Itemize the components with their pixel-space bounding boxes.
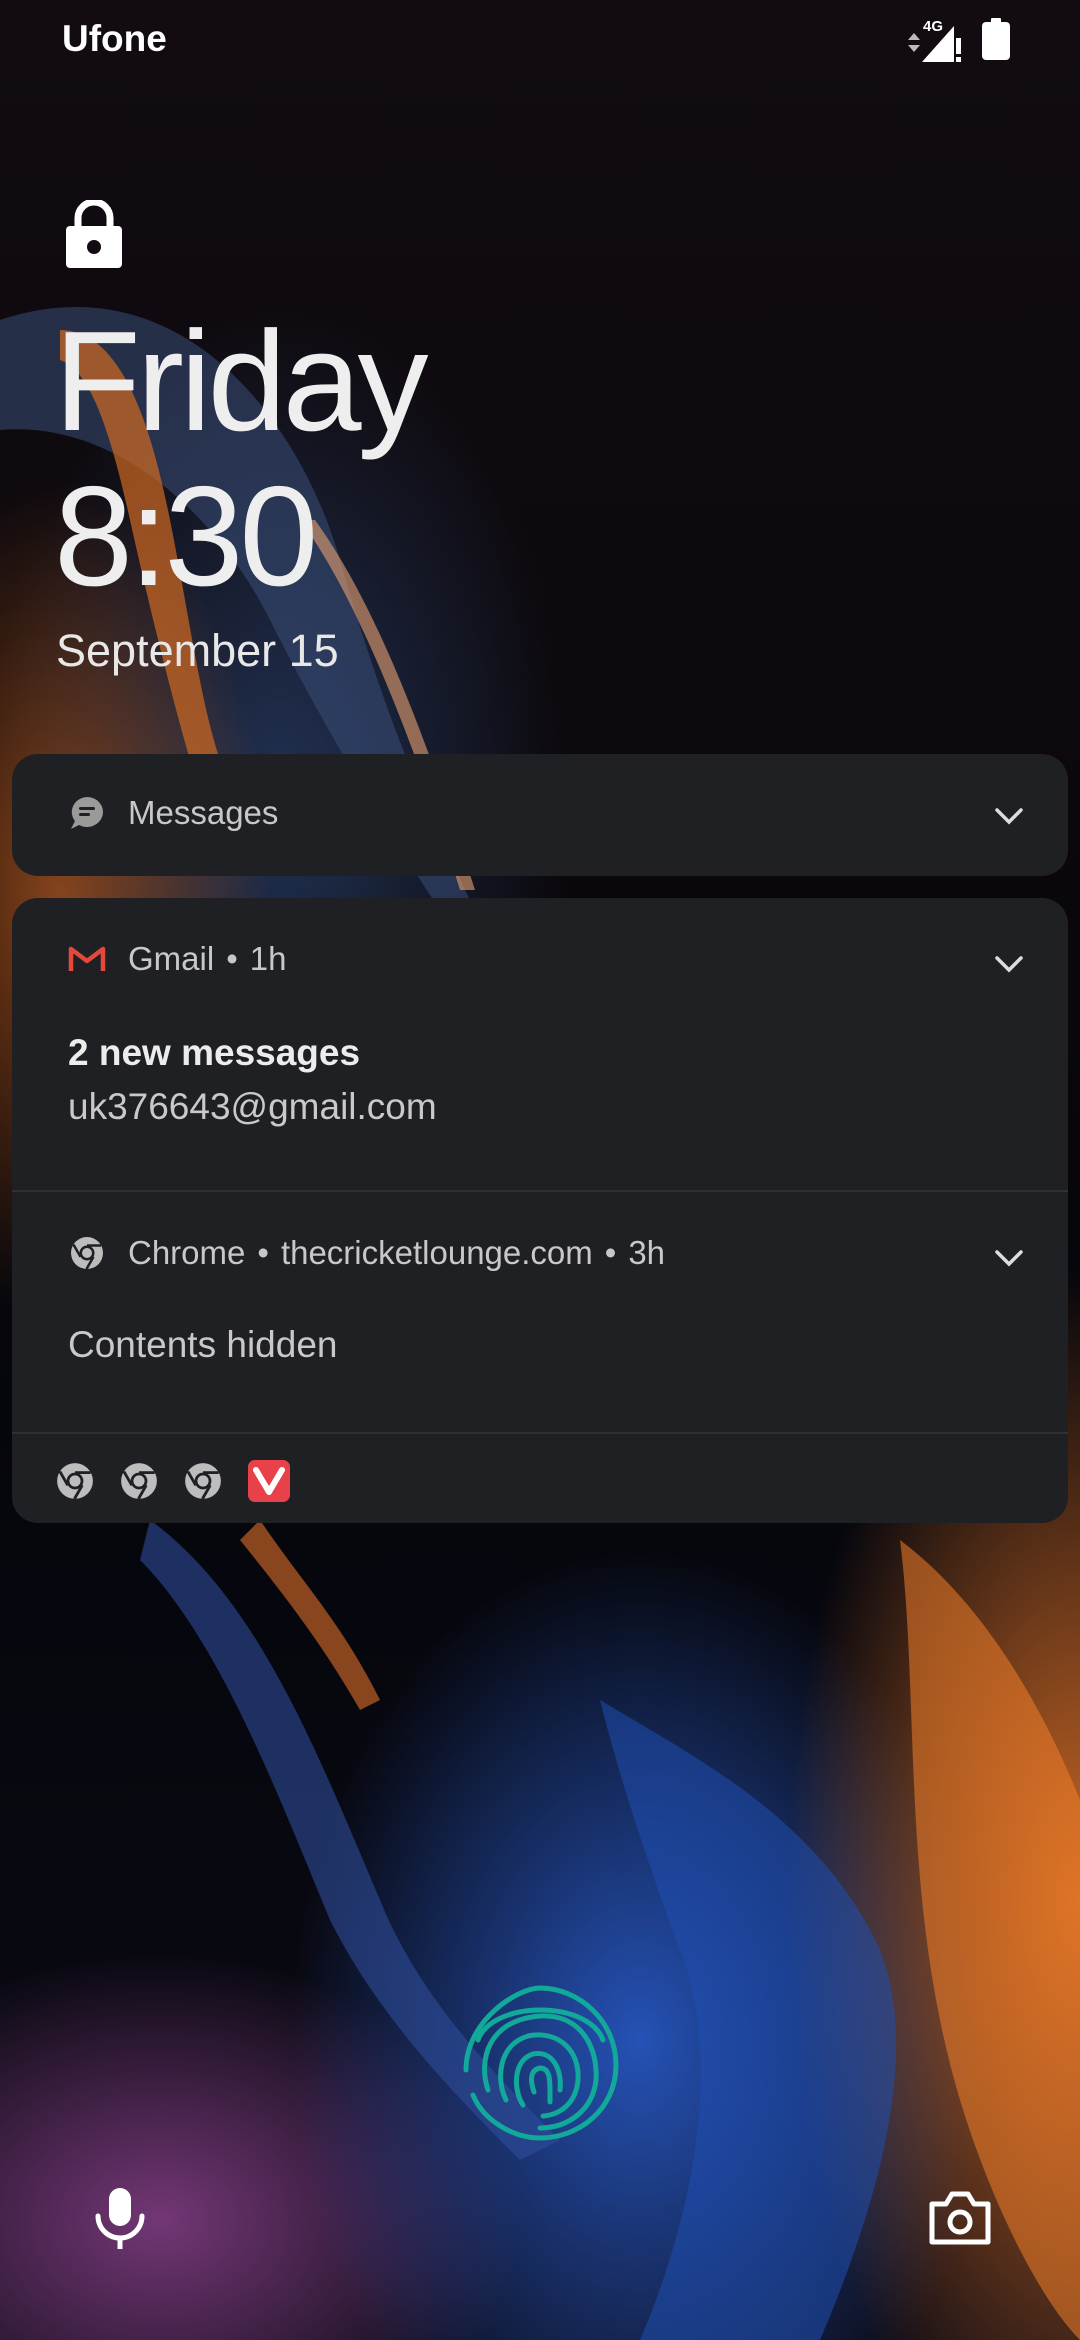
gmail-app-name: Gmail — [128, 940, 215, 977]
messages-icon — [68, 794, 106, 832]
chrome-app-name: Chrome — [128, 1234, 246, 1271]
lockscreen-clock: 8:30 — [54, 457, 318, 616]
fingerprint-icon[interactable] — [458, 1980, 623, 2145]
chrome-body: Contents hidden — [68, 1324, 338, 1365]
notification-stack: Gmail • 1h 2 new messages uk376643@gmail… — [12, 898, 1068, 1523]
chrome-age: 3h — [628, 1234, 666, 1271]
separator-dot: • — [257, 1234, 269, 1271]
divider — [12, 1432, 1068, 1434]
battery-icon — [982, 18, 1010, 65]
messages-app-name: Messages — [128, 794, 279, 831]
gmail-account: uk376643@gmail.com — [68, 1086, 437, 1127]
chrome-icon — [56, 1462, 94, 1505]
gmail-icon — [68, 940, 106, 978]
vivaldi-icon — [248, 1460, 290, 1507]
chrome-icon — [120, 1462, 158, 1505]
network-type-label: 4G — [923, 17, 944, 35]
gmail-title: 2 new messages — [68, 1032, 361, 1073]
chrome-site: thecricketlounge.com — [280, 1234, 593, 1271]
messages-notification[interactable]: Messages — [12, 754, 1068, 876]
status-bar: Ufone 4G — [0, 0, 1080, 80]
mic-icon[interactable] — [92, 2186, 148, 2255]
lockscreen-date: September 15 — [56, 625, 339, 676]
chevron-down-icon[interactable] — [994, 1248, 1024, 1268]
chevron-down-icon[interactable] — [994, 954, 1024, 974]
signal-icon: 4G — [904, 17, 964, 64]
lock-icon — [64, 198, 124, 273]
overflow-notification-icons[interactable] — [56, 1460, 290, 1507]
separator-dot: • — [604, 1234, 617, 1271]
gmail-age: 1h — [249, 940, 287, 977]
divider — [12, 1190, 1068, 1192]
carrier-name: Ufone — [62, 18, 167, 59]
chevron-down-icon[interactable] — [994, 806, 1024, 826]
camera-icon[interactable] — [928, 2190, 992, 2251]
chrome-icon — [68, 1234, 106, 1272]
lockscreen-day: Friday — [54, 302, 429, 461]
chrome-icon — [184, 1462, 222, 1505]
separator-dot: • — [226, 940, 238, 977]
